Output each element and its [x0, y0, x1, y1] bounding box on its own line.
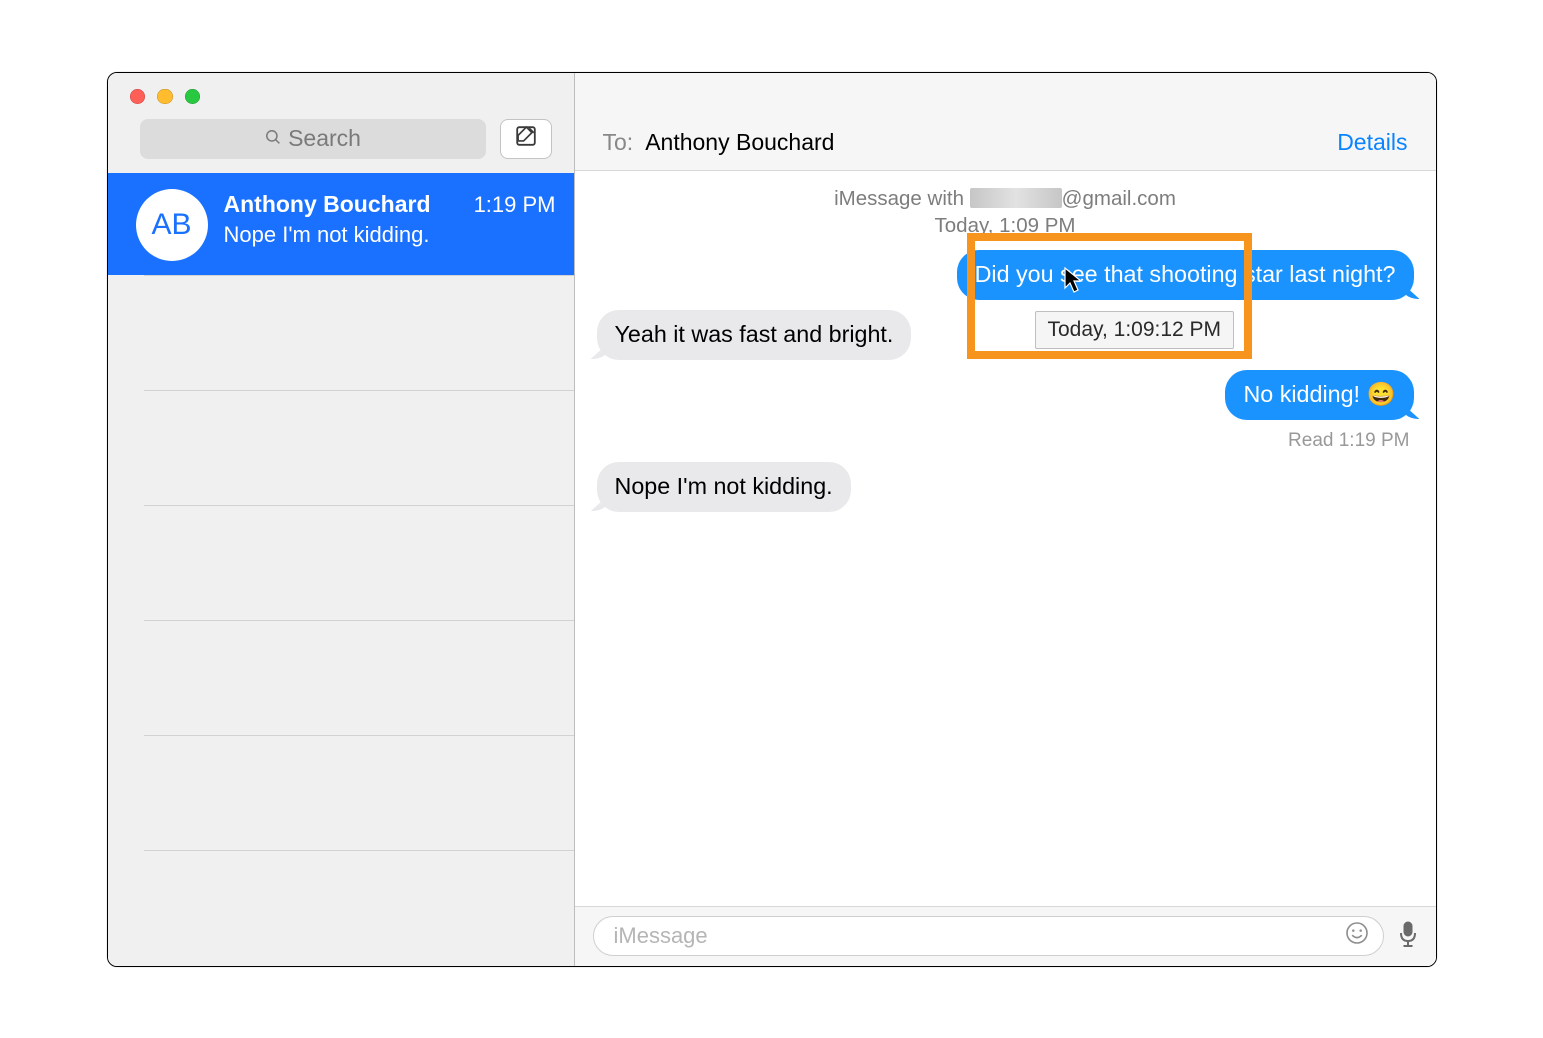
conversation-time: 1:19 PM — [474, 192, 556, 218]
thread: iMessage with @gmail.com Today, 1:09 PM … — [575, 171, 1436, 906]
compose-icon — [514, 124, 538, 153]
message-text: Nope I'm not kidding. — [615, 473, 833, 499]
sidebar: Search AB Anthony Bouchard 1: — [108, 73, 575, 966]
redacted-email-user — [970, 188, 1062, 208]
emoji-picker-icon[interactable] — [1345, 921, 1369, 951]
avatar-initials: AB — [151, 208, 191, 242]
thread-header: To: Anthony Bouchard Details — [575, 73, 1436, 171]
to-name: Anthony Bouchard — [645, 129, 834, 156]
search-placeholder: Search — [288, 125, 361, 152]
thread-meta-email-suffix: @gmail.com — [1062, 187, 1176, 210]
content-pane: To: Anthony Bouchard Details iMessage wi… — [575, 73, 1436, 966]
thread-meta-prefix: iMessage with — [834, 187, 970, 210]
tooltip-text: Today, 1:09:12 PM — [1048, 318, 1222, 341]
sent-message-bubble[interactable]: No kidding! 😄 — [1225, 370, 1413, 420]
conversation-item[interactable]: AB Anthony Bouchard 1:19 PM Nope I'm not… — [108, 173, 574, 275]
sidebar-toolbar: Search — [108, 113, 574, 173]
thread-meta: iMessage with @gmail.com Today, 1:09 PM — [597, 185, 1414, 240]
message-text: Did you see that shooting star last nigh… — [975, 261, 1396, 287]
received-message-bubble[interactable]: Yeah it was fast and bright. — [597, 310, 912, 360]
conversation-preview: Nope I'm not kidding. — [224, 222, 556, 248]
message-text: Yeah it was fast and bright. — [615, 321, 894, 347]
conversation-name: Anthony Bouchard — [224, 191, 431, 218]
search-input[interactable]: Search — [140, 119, 486, 159]
compose-bar: iMessage — [575, 906, 1436, 966]
conversation-list: AB Anthony Bouchard 1:19 PM Nope I'm not… — [108, 173, 574, 966]
read-receipt: Read 1:19 PM — [597, 430, 1414, 452]
compose-button[interactable] — [500, 119, 552, 159]
minimize-window-button[interactable] — [157, 89, 173, 105]
avatar: AB — [136, 189, 208, 261]
messages-window: Search AB Anthony Bouchard 1: — [107, 72, 1437, 967]
message-text: No kidding! 😄 — [1243, 381, 1395, 407]
message-row: Nope I'm not kidding. — [597, 462, 1414, 512]
timestamp-tooltip: Today, 1:09:12 PM — [1035, 311, 1235, 349]
to-label: To: — [603, 129, 634, 156]
conversation-body: Anthony Bouchard 1:19 PM Nope I'm not ki… — [224, 187, 556, 248]
close-window-button[interactable] — [130, 89, 146, 105]
cursor-icon — [1064, 267, 1084, 295]
empty-conversation-rows — [108, 275, 574, 965]
thread-meta-date: Today, 1:09 PM — [597, 212, 1414, 240]
details-button[interactable]: Details — [1337, 129, 1407, 156]
message-row: No kidding! 😄 — [597, 370, 1414, 420]
microphone-icon[interactable] — [1398, 920, 1418, 953]
message-input-placeholder: iMessage — [614, 923, 708, 949]
maximize-window-button[interactable] — [185, 89, 201, 105]
sent-message-bubble[interactable]: Did you see that shooting star last nigh… — [957, 250, 1414, 300]
message-row: Yeah it was fast and bright. — [597, 310, 1414, 360]
search-icon — [264, 125, 282, 152]
received-message-bubble[interactable]: Nope I'm not kidding. — [597, 462, 851, 512]
message-row: Did you see that shooting star last nigh… — [597, 250, 1414, 300]
window-traffic-lights — [108, 73, 574, 113]
message-input[interactable]: iMessage — [593, 916, 1384, 956]
